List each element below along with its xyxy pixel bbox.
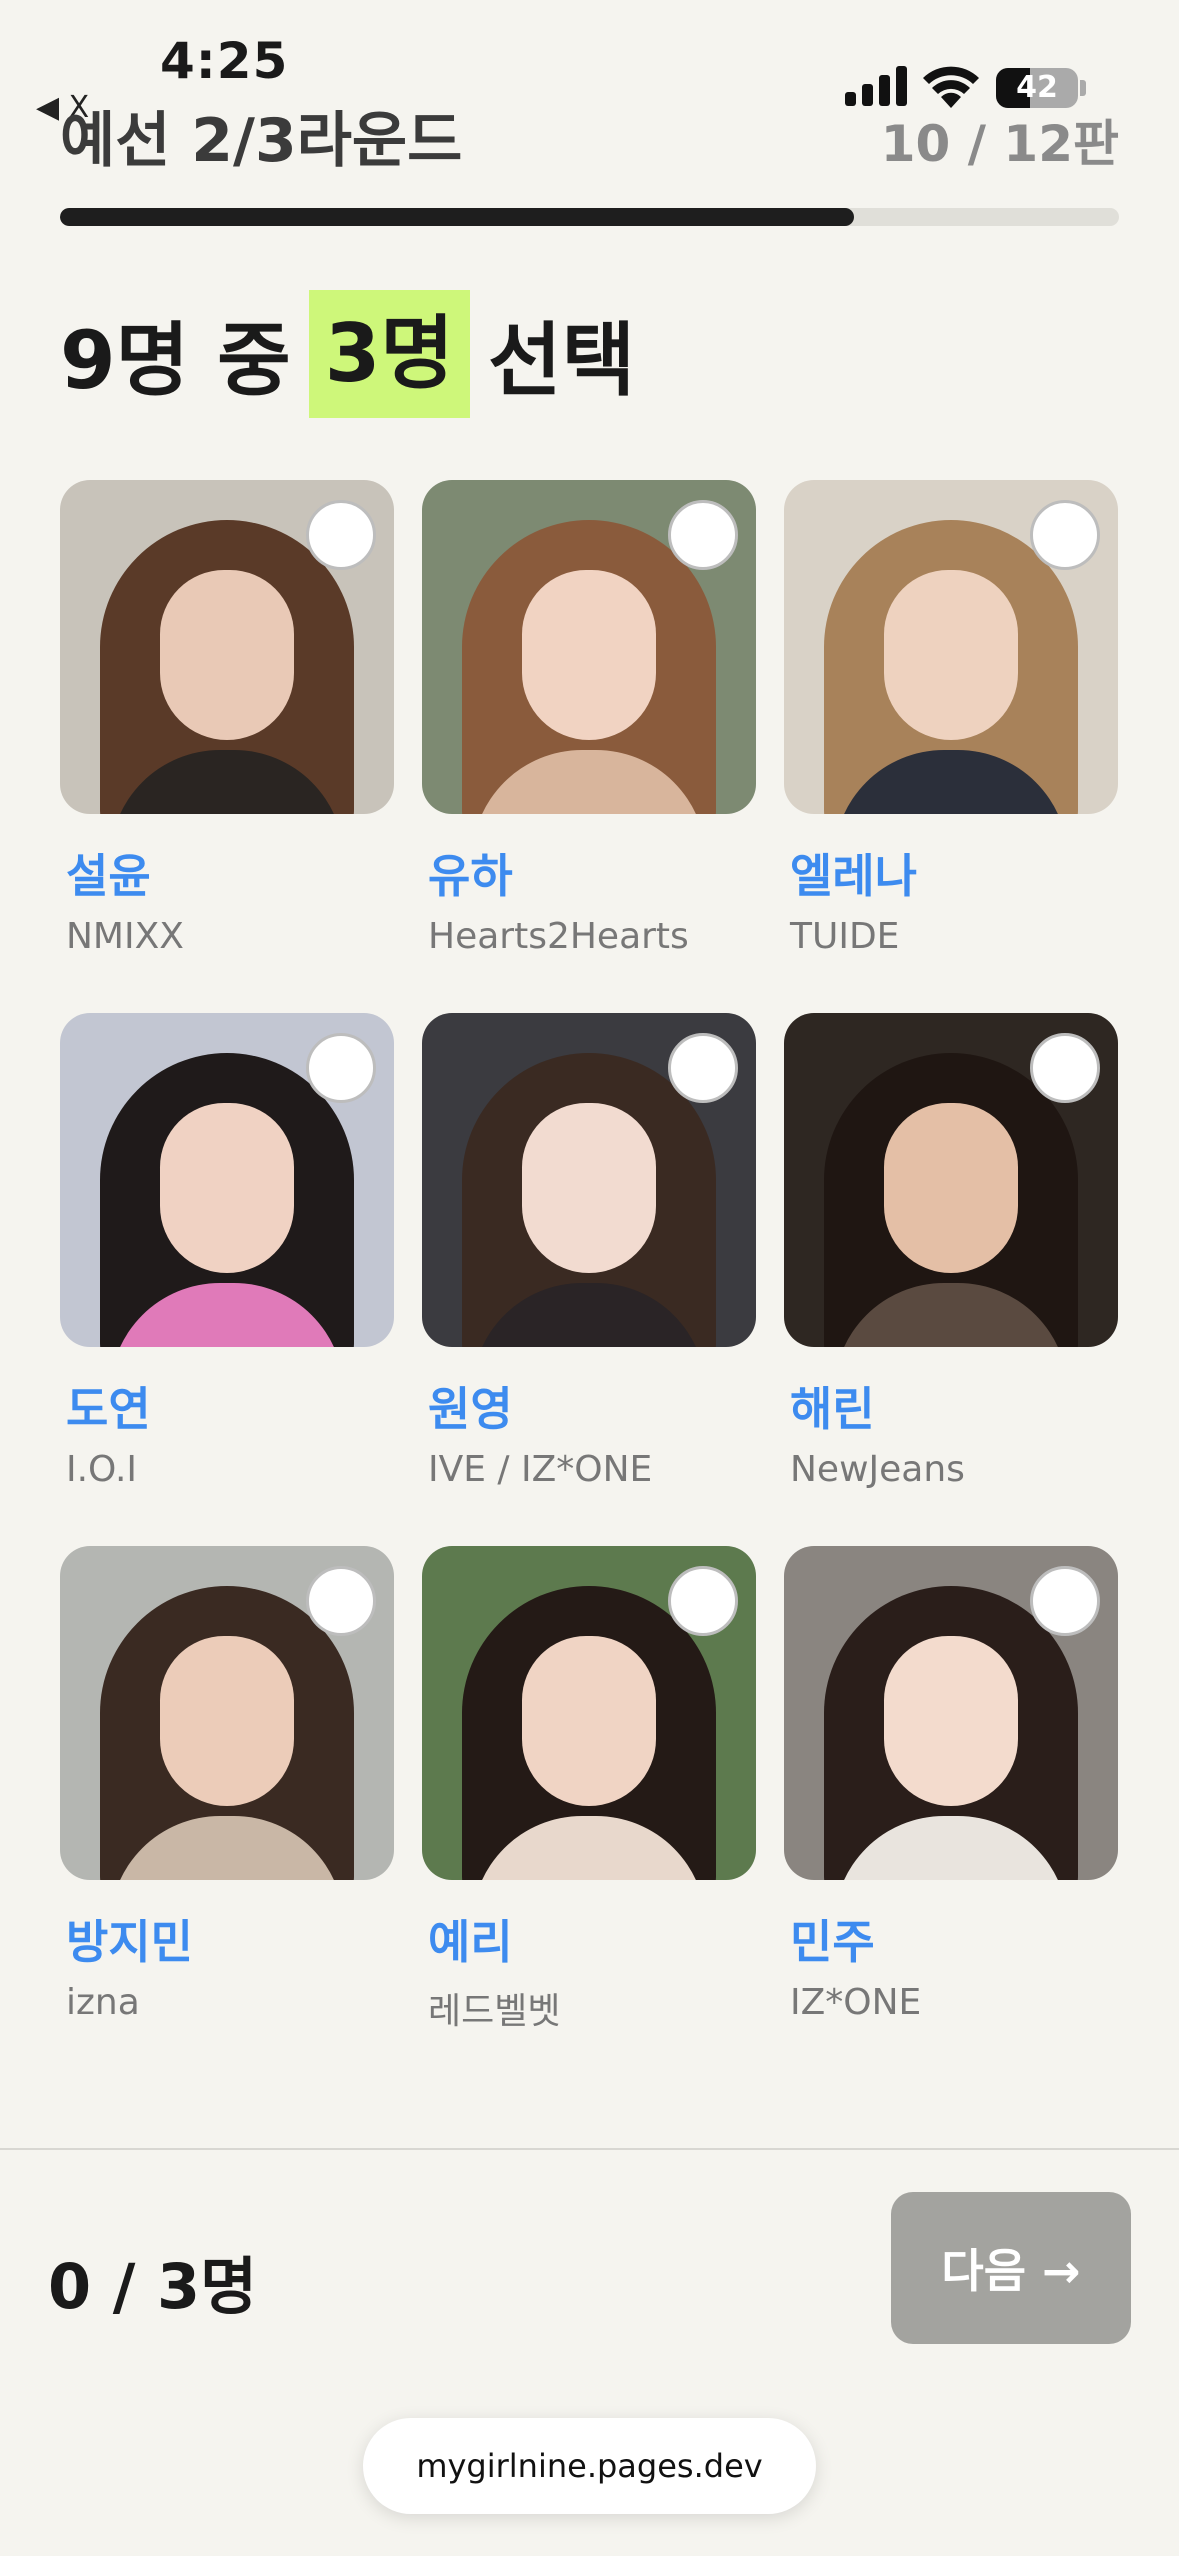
headline-highlight: 3명 bbox=[308, 290, 470, 418]
candidate-card[interactable]: 유하 Hearts2Hearts bbox=[422, 480, 756, 1013]
candidate-card[interactable]: 민주 IZ*ONE bbox=[784, 1546, 1118, 2079]
select-checkbox[interactable] bbox=[668, 1033, 738, 1103]
candidate-group: I.O.I bbox=[66, 1449, 137, 1490]
selection-headline: 9명 중 3명 선택 bbox=[60, 290, 635, 418]
candidate-name: 엘레나 bbox=[790, 849, 917, 903]
candidate-card[interactable]: 예리레드벨벳 bbox=[422, 1546, 756, 2079]
browser-url-bar[interactable]: mygirlnine.pages.dev bbox=[363, 2418, 816, 2514]
photo-face bbox=[884, 1636, 1018, 1806]
select-checkbox[interactable] bbox=[306, 500, 376, 570]
battery-cap bbox=[1080, 80, 1086, 96]
candidate-group: NMIXX bbox=[66, 916, 184, 957]
photo-face bbox=[522, 1103, 656, 1273]
select-checkbox[interactable] bbox=[306, 1033, 376, 1103]
status-time: 4:25 bbox=[160, 32, 289, 90]
select-checkbox[interactable] bbox=[1030, 1033, 1100, 1103]
candidate-name: 방지민 bbox=[66, 1915, 193, 1969]
cellular-signal-icon bbox=[845, 66, 907, 106]
candidate-name: 예리 bbox=[428, 1915, 513, 1969]
photo-face bbox=[160, 1103, 294, 1273]
wifi-icon bbox=[923, 66, 979, 108]
photo-face bbox=[160, 570, 294, 740]
photo-face bbox=[522, 570, 656, 740]
candidate-name: 원영 bbox=[428, 1382, 513, 1436]
select-checkbox[interactable] bbox=[668, 1566, 738, 1636]
candidate-group: IVE / IZ*ONE bbox=[428, 1449, 653, 1490]
candidate-card[interactable]: 엘레나 TUIDE bbox=[784, 480, 1118, 1013]
candidate-card[interactable]: 해린 NewJeans bbox=[784, 1013, 1118, 1546]
select-checkbox[interactable] bbox=[1030, 1566, 1100, 1636]
battery-icon: 42 bbox=[996, 68, 1078, 108]
candidate-name: 해린 bbox=[790, 1382, 875, 1436]
progress-bar bbox=[60, 208, 1119, 226]
select-checkbox[interactable] bbox=[1030, 500, 1100, 570]
selected-count: 0 / 3명 bbox=[48, 2250, 258, 2323]
candidate-group: TUIDE bbox=[790, 916, 900, 957]
photo-face bbox=[884, 1103, 1018, 1273]
headline-prefix: 9명 중 bbox=[60, 314, 291, 407]
candidate-group: Hearts2Hearts bbox=[428, 916, 689, 957]
candidate-group: 레드벨벳 bbox=[428, 1991, 561, 2032]
select-checkbox[interactable] bbox=[306, 1566, 376, 1636]
headline-suffix: 선택 bbox=[487, 314, 636, 407]
select-checkbox[interactable] bbox=[668, 500, 738, 570]
next-button[interactable]: 다음 → bbox=[891, 2192, 1131, 2344]
candidate-card[interactable]: 도연 I.O.I bbox=[60, 1013, 394, 1546]
candidate-card[interactable]: 원영 IVE / IZ*ONE bbox=[422, 1013, 756, 1546]
photo-face bbox=[522, 1636, 656, 1806]
candidate-card[interactable]: 방지민 izna bbox=[60, 1546, 394, 2079]
game-counter: 10 / 12판 bbox=[880, 115, 1119, 173]
candidate-card[interactable]: 설윤 NMIXX bbox=[60, 480, 394, 1013]
round-title: 예선 2/3라운드 bbox=[60, 106, 463, 176]
candidate-group: IZ*ONE bbox=[790, 1982, 922, 2023]
candidate-name: 도연 bbox=[66, 1382, 151, 1436]
photo-face bbox=[160, 1636, 294, 1806]
candidate-group: NewJeans bbox=[790, 1449, 965, 1490]
candidate-name: 민주 bbox=[790, 1915, 875, 1969]
candidate-name: 유하 bbox=[428, 849, 513, 903]
candidate-grid: 설윤 NMIXX 유하 Hearts2Hearts 엘레나 TUIDE 도연 I.O.I 원영 I… bbox=[60, 480, 1119, 2079]
candidate-group: izna bbox=[66, 1982, 140, 2023]
progress-fill bbox=[60, 208, 855, 226]
photo-face bbox=[884, 570, 1018, 740]
battery-level: 42 bbox=[1016, 70, 1058, 105]
candidate-name: 설윤 bbox=[66, 849, 151, 903]
